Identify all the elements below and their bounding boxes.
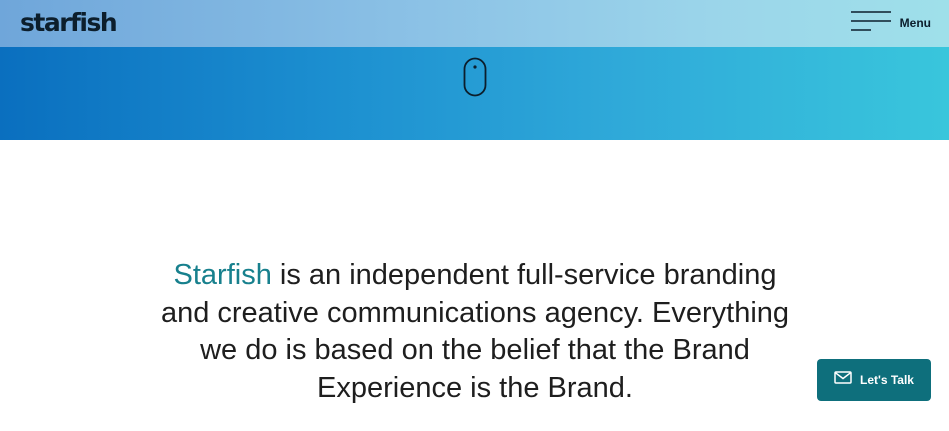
- lets-talk-label: Let's Talk: [860, 373, 914, 387]
- hamburger-icon: [850, 10, 900, 37]
- top-navigation-bar: starfish Menu: [0, 0, 949, 47]
- lets-talk-button[interactable]: Let's Talk: [817, 359, 931, 401]
- brand-name: Starfish: [173, 259, 272, 291]
- menu-button[interactable]: Menu: [850, 10, 931, 37]
- starfish-logo[interactable]: starfish: [20, 9, 118, 37]
- menu-label: Menu: [899, 16, 931, 30]
- mail-icon: [834, 371, 860, 389]
- intro-headline: Starfish is an independent full-service …: [150, 257, 800, 407]
